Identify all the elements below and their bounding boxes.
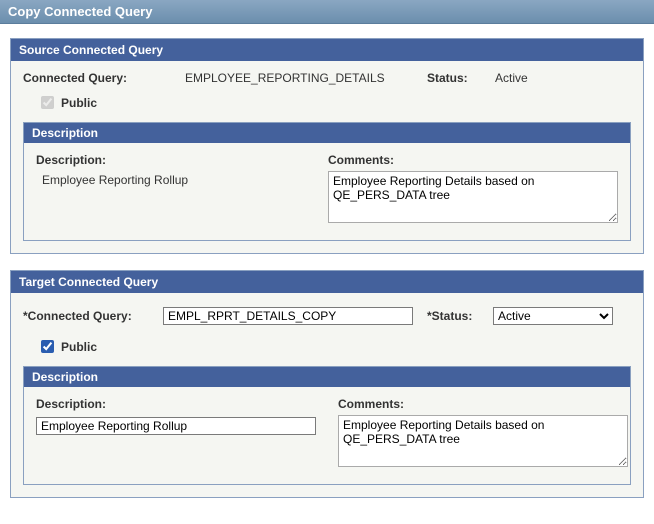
target-status-select[interactable]: Active Inactive	[493, 307, 613, 325]
target-panel: Target Connected Query *Connected Query:…	[10, 270, 644, 498]
source-panel-title: Source Connected Query	[19, 43, 163, 57]
target-public-checkbox[interactable]	[41, 340, 54, 353]
source-desc-value: Employee Reporting Rollup	[42, 173, 306, 187]
page-title: Copy Connected Query	[8, 4, 152, 19]
source-status-label: Status:	[427, 71, 483, 85]
target-desc-panel: Description Description: Comments:	[23, 366, 631, 485]
source-cq-value: EMPLOYEE_REPORTING_DETAILS	[185, 71, 415, 85]
target-cq-label: *Connected Query:	[23, 309, 153, 323]
source-panel: Source Connected Query Connected Query: …	[10, 38, 644, 254]
target-comments-textarea[interactable]	[338, 415, 628, 467]
target-public-label: Public	[61, 340, 97, 354]
target-desc-body: Description: Comments:	[24, 387, 630, 484]
source-panel-header: Source Connected Query	[11, 39, 643, 61]
target-desc-section-title: Description	[32, 370, 98, 384]
source-comments-label: Comments:	[328, 153, 618, 167]
target-comments-label: Comments:	[338, 397, 628, 411]
source-status-value: Active	[495, 71, 528, 85]
source-desc-body: Description: Employee Reporting Rollup C…	[24, 143, 630, 240]
source-comments-textarea	[328, 171, 618, 223]
target-panel-body: *Connected Query: *Status: Active Inacti…	[11, 293, 643, 497]
source-desc-header: Description	[24, 123, 630, 143]
target-desc-header: Description	[24, 367, 630, 387]
source-desc-panel: Description Description: Employee Report…	[23, 122, 631, 241]
target-desc-input[interactable]	[36, 417, 316, 435]
source-desc-section-title: Description	[32, 126, 98, 140]
source-panel-body: Connected Query: EMPLOYEE_REPORTING_DETA…	[11, 61, 643, 253]
target-status-label: *Status:	[427, 309, 483, 323]
main-content: Source Connected Query Connected Query: …	[0, 24, 654, 524]
source-desc-label: Description:	[36, 153, 306, 167]
source-cq-label: Connected Query:	[23, 71, 173, 85]
source-public-wrap: Public	[37, 93, 631, 112]
target-cq-input[interactable]	[163, 307, 413, 325]
target-desc-label: Description:	[36, 397, 316, 411]
page-title-bar: Copy Connected Query	[0, 0, 654, 24]
target-panel-header: Target Connected Query	[11, 271, 643, 293]
target-panel-title: Target Connected Query	[19, 275, 158, 289]
source-public-checkbox	[41, 96, 54, 109]
source-public-label: Public	[61, 96, 97, 110]
target-public-wrap: Public	[37, 337, 631, 356]
